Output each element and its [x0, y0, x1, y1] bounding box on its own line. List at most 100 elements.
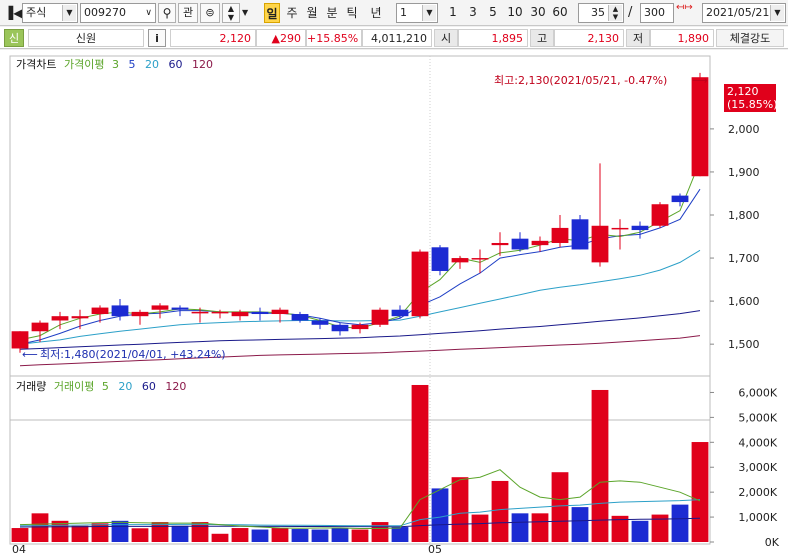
interval-1-button[interactable]: 1 — [444, 3, 462, 23]
candle-down — [511, 238, 529, 250]
period-minute[interactable]: 분 — [324, 3, 340, 23]
candle-down — [111, 305, 129, 317]
toolbar: ▐◀ 주식 ▼ 009270 ∨ ⚲ 관 ⊜ ▲ ▼ ▼ 일 주 월 분 틱 년 … — [0, 0, 788, 26]
volume-bar — [211, 533, 229, 542]
candle-down — [251, 311, 269, 315]
market-select-value: 주식 — [26, 6, 47, 19]
legend-vol-ma-prefix: 거래이평 — [54, 380, 94, 393]
candle-up — [231, 311, 249, 317]
volume-bar — [251, 529, 269, 542]
candle-up — [531, 240, 549, 246]
high-arrow-icon: ⟶ — [692, 74, 708, 87]
volume-bar — [491, 480, 509, 542]
volume-bar — [351, 529, 369, 542]
candle-up — [91, 307, 109, 315]
trade-strength-button[interactable]: 체결강도 — [716, 29, 784, 47]
candle-down — [171, 307, 189, 310]
volume-bar — [531, 513, 549, 542]
volume-bar — [31, 513, 49, 542]
stepper-icon: ▲ ▼ — [608, 5, 622, 21]
quote-bar: 신 신원 i 2,120 ▲290 +15.85% 4,011,210 시 1,… — [0, 27, 788, 49]
period-month[interactable]: 월 — [304, 3, 320, 23]
low-arrow-icon: ⟵ — [22, 348, 38, 361]
info-button[interactable]: i — [148, 29, 166, 47]
candle-up — [31, 322, 49, 332]
count-value: 35 — [591, 6, 605, 19]
chevron-down-icon: ▼ — [422, 5, 436, 21]
legend-vma-5: 5 — [102, 380, 109, 393]
interval-60-button[interactable]: 60 — [549, 3, 571, 23]
interval-3-button[interactable]: 3 — [464, 3, 482, 23]
volume-tick-label: 2,000K — [738, 486, 777, 499]
candle-down — [431, 247, 449, 271]
volume-bar — [131, 528, 149, 542]
volume-bar — [511, 513, 529, 542]
price-tick-label: 1,500 — [728, 338, 760, 351]
candle-up — [51, 316, 69, 321]
interval-select[interactable]: 1 ▼ — [396, 3, 438, 23]
legend-vol-title: 거래량 — [16, 380, 46, 393]
volume-bar — [371, 522, 389, 542]
count-stepper[interactable]: 35 ▲ ▼ — [578, 3, 624, 23]
candle-up — [491, 242, 509, 246]
period-tick[interactable]: 틱 — [344, 3, 360, 23]
interval-30-button[interactable]: 30 — [527, 3, 549, 23]
period-week[interactable]: 주 — [284, 3, 300, 23]
more-dropdown-icon[interactable]: ▼ — [242, 3, 252, 23]
high-annotation: 최고:2,130(2021/05/21, -0.47%) — [494, 74, 667, 87]
volume-tick-label: 3,000K — [738, 461, 777, 474]
scroll-stepper[interactable]: ▲ ▼ — [222, 3, 240, 23]
kwan-button[interactable]: 관 — [178, 3, 198, 23]
interval-5-button[interactable]: 5 — [484, 3, 502, 23]
volume-bar — [691, 442, 709, 542]
price-tick-label: 1,600 — [728, 295, 760, 308]
chevron-down-icon: ▼ — [62, 5, 76, 21]
low-annotation: 최저:1,480(2021/04/01, +43.24%) — [40, 348, 226, 361]
candle-up — [651, 204, 669, 226]
market-select[interactable]: 주식 ▼ — [22, 3, 78, 23]
volume-tick-label: 5,000K — [738, 411, 777, 424]
volume-bar — [591, 389, 609, 542]
current-price-tag-pct: (15.85%) — [727, 98, 778, 111]
chart-area[interactable]: 1,500 1,600 1,700 1,800 1,900 2,000 0K 1,000K 2… — [0, 50, 788, 554]
search-button[interactable]: ⚲ — [158, 3, 176, 23]
legend-vma-60: 60 — [142, 380, 156, 393]
volume-tick-label: 6,000K — [738, 386, 777, 399]
price-tick-label: 1,700 — [728, 252, 760, 265]
candle-up — [691, 77, 709, 177]
stock-code-input[interactable]: 009270 ∨ — [80, 3, 156, 23]
zoom-arrows-icon[interactable]: ↤↦ — [676, 3, 696, 23]
volume-bar — [71, 525, 89, 542]
date-select[interactable]: 2021/05/21 ▼ — [702, 3, 786, 23]
total-count-input[interactable]: 300 — [640, 3, 674, 23]
link-button[interactable]: ⊜ — [200, 3, 220, 23]
low-label: 저 — [626, 29, 650, 47]
total-count-value: 300 — [644, 6, 665, 19]
code-dropdown-icon: ∨ — [145, 8, 152, 18]
interval-10-button[interactable]: 10 — [504, 3, 526, 23]
candle-up — [551, 227, 569, 243]
period-day[interactable]: 일 — [264, 3, 280, 23]
stock-name: 신원 — [28, 29, 144, 47]
candle-down — [671, 195, 689, 203]
prev-screen-icon[interactable]: ▐◀ — [4, 3, 22, 23]
volume-bar — [671, 504, 689, 542]
candle-up — [611, 227, 629, 230]
date-label-may: 05 — [428, 543, 442, 554]
price-change-pct: +15.85% — [306, 29, 362, 47]
volume-bar — [111, 520, 129, 542]
candle-down — [291, 314, 309, 321]
volume-bar — [191, 522, 209, 542]
candle-down — [571, 219, 589, 250]
current-price: 2,120 — [170, 29, 256, 47]
chart-background — [0, 50, 788, 554]
search-icon: ⚲ — [162, 6, 172, 20]
chevron-down-icon: ▼ — [770, 5, 784, 21]
candle-up — [131, 311, 149, 317]
period-year[interactable]: 년 — [368, 3, 384, 23]
credit-badge: 신 — [4, 29, 24, 47]
candle-up — [371, 309, 389, 325]
price-change: ▲290 — [256, 29, 306, 47]
volume-bar — [11, 528, 29, 542]
legend-price-title: 가격차트 — [16, 58, 56, 71]
